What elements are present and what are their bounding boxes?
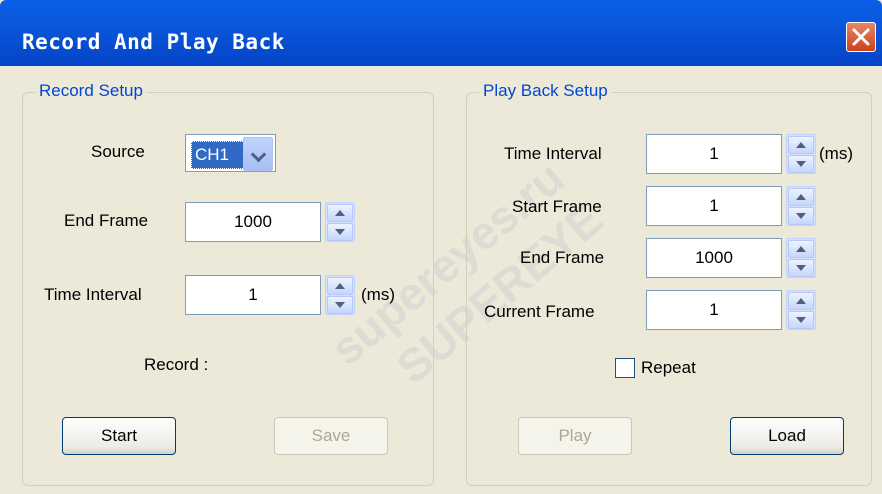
record-end-frame-input[interactable]: 1000 — [185, 202, 321, 242]
source-select[interactable]: CH1 — [185, 134, 276, 172]
spin-up-button[interactable] — [788, 188, 814, 206]
title-bar[interactable]: Record And Play Back — [0, 0, 882, 66]
save-button[interactable]: Save — [274, 417, 388, 455]
arrow-down-icon — [796, 161, 806, 167]
dialog-body: supereyes.ru SUPEREYE Record Setup Sourc… — [4, 66, 878, 494]
window-title: Record And Play Back — [22, 30, 285, 54]
spin-down-button[interactable] — [327, 223, 353, 241]
arrow-up-icon — [335, 283, 345, 289]
playback-start-frame-input[interactable]: 1 — [646, 186, 782, 226]
spin-up-button[interactable] — [788, 136, 814, 154]
arrow-down-icon — [335, 229, 345, 235]
spin-down-button[interactable] — [788, 207, 814, 225]
record-setup-label: Record Setup — [35, 81, 147, 101]
record-time-interval-unit: (ms) — [361, 285, 395, 304]
playback-end-frame-input[interactable]: 1000 — [646, 238, 782, 278]
play-button[interactable]: Play — [518, 417, 632, 455]
playback-time-interval-input[interactable]: 1 — [646, 134, 782, 174]
record-end-frame-spinner[interactable] — [325, 202, 355, 242]
arrow-up-icon — [796, 142, 806, 148]
record-time-interval-spinner[interactable] — [325, 275, 355, 315]
source-dropdown-button[interactable] — [243, 137, 273, 171]
playback-current-frame-spinner[interactable] — [786, 290, 816, 330]
playback-time-interval-label: Time Interval — [504, 144, 602, 163]
playback-setup-label: Play Back Setup — [479, 81, 612, 101]
source-label: Source — [91, 142, 145, 161]
load-button[interactable]: Load — [730, 417, 844, 455]
spin-up-button[interactable] — [327, 277, 353, 295]
spin-down-button[interactable] — [327, 296, 353, 314]
arrow-down-icon — [796, 213, 806, 219]
playback-current-frame-label: Current Frame — [484, 302, 595, 321]
playback-end-frame-spinner[interactable] — [786, 238, 816, 278]
arrow-down-icon — [796, 265, 806, 271]
chevron-down-icon — [250, 146, 267, 163]
repeat-checkbox[interactable] — [615, 358, 635, 378]
arrow-up-icon — [796, 246, 806, 252]
playback-end-frame-label: End Frame — [520, 248, 605, 267]
spin-down-button[interactable] — [788, 311, 814, 329]
arrow-up-icon — [335, 210, 345, 216]
record-time-interval-label: Time Interval — [44, 285, 142, 304]
close-icon — [852, 28, 870, 46]
start-button[interactable]: Start — [62, 417, 176, 455]
playback-time-interval-spinner[interactable] — [786, 134, 816, 174]
record-status-label: Record : — [144, 355, 209, 374]
spin-up-button[interactable] — [788, 240, 814, 258]
spin-down-button[interactable] — [788, 259, 814, 277]
arrow-up-icon — [796, 194, 806, 200]
arrow-up-icon — [796, 298, 806, 304]
close-button[interactable] — [846, 22, 876, 52]
spin-down-button[interactable] — [788, 155, 814, 173]
spin-up-button[interactable] — [788, 292, 814, 310]
record-time-interval-input[interactable]: 1 — [185, 275, 321, 315]
arrow-down-icon — [335, 302, 345, 308]
playback-start-frame-spinner[interactable] — [786, 186, 816, 226]
record-end-frame-label: End Frame — [64, 211, 149, 230]
spin-up-button[interactable] — [327, 204, 353, 222]
arrow-down-icon — [796, 317, 806, 323]
repeat-label: Repeat — [641, 358, 696, 377]
playback-current-frame-input[interactable]: 1 — [646, 290, 782, 330]
playback-time-interval-unit: (ms) — [819, 144, 853, 163]
playback-start-frame-label: Start Frame — [512, 197, 602, 216]
